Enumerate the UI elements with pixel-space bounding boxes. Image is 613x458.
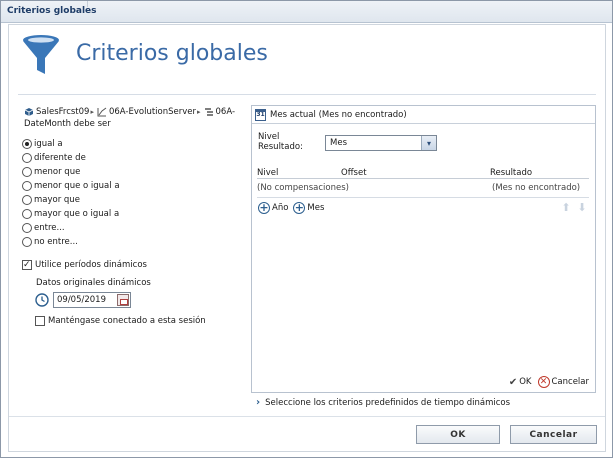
panel-footer: ✔ OK ✕ Cancelar: [509, 376, 589, 388]
use-dynamic-periods-label: Utilice períodos dinámicos: [35, 260, 147, 270]
radio-option[interactable]: diferente de: [22, 151, 120, 165]
chevron-right-icon: ▸: [90, 108, 94, 116]
radio-option[interactable]: no entre...: [22, 235, 120, 249]
radio-option[interactable]: menor que o igual a: [22, 179, 120, 193]
header-divider: [18, 94, 596, 95]
predefined-criteria-label[interactable]: Seleccione los criterios predefinidos de…: [265, 398, 510, 408]
column-header-offset: Offset: [341, 168, 367, 178]
radio-label: menor que o igual a: [34, 181, 120, 191]
radio-button[interactable]: [22, 209, 32, 219]
level-label-line2: Resultado:: [258, 142, 303, 152]
window-title: Criterios globales: [7, 6, 97, 16]
level-select[interactable]: Mes ▾: [325, 135, 437, 151]
chevron-down-icon[interactable]: ▾: [421, 136, 436, 150]
radio-option[interactable]: entre...: [22, 221, 120, 235]
title-bar-divider: [87, 1, 287, 7]
chevron-right-icon: ▸: [197, 108, 201, 116]
radio-button[interactable]: [22, 223, 32, 233]
cell-resultado: (Mes no encontrado): [492, 183, 581, 193]
radio-option[interactable]: mayor que o igual a: [22, 207, 120, 221]
hierarchy-icon: [204, 108, 213, 116]
title-bar[interactable]: Criterios globales: [1, 1, 612, 23]
column-header-nivel: Nivel: [257, 168, 279, 178]
checkmark-icon[interactable]: ✔: [509, 377, 517, 388]
column-header-resultado: Resultado: [490, 168, 533, 178]
breadcrumb: SalesFrcst09▸ 06A-EvolutionServer▸ 06A-: [24, 107, 244, 119]
radio-button[interactable]: [22, 139, 32, 149]
use-dynamic-periods-checkbox[interactable]: [22, 260, 32, 270]
arrow-down-icon[interactable]: ⬇: [576, 202, 588, 214]
funnel-icon: [23, 35, 59, 74]
table-row[interactable]: (No compensaciones) (Mes no encontrado): [257, 183, 589, 195]
radio-label: no entre...: [34, 237, 78, 247]
operator-radio-group: igual a diferente de menor que menor que…: [22, 137, 120, 249]
stay-connected-option[interactable]: Manténgase conectado a esta sesión: [35, 316, 206, 326]
chevron-right-icon: ›: [256, 397, 261, 408]
radio-option[interactable]: mayor que: [22, 193, 120, 207]
dynamic-original-label: Datos originales dinámicos: [36, 278, 151, 288]
radio-label: mayor que: [34, 195, 80, 205]
footer-divider: [9, 416, 605, 417]
radio-button[interactable]: [22, 181, 32, 191]
date-value: 09/05/2019: [57, 295, 106, 305]
radio-option[interactable]: igual a: [22, 137, 120, 151]
add-month-button[interactable]: Mes: [307, 203, 324, 213]
level-select-value: Mes: [330, 138, 347, 148]
radio-label: menor que: [34, 167, 81, 177]
add-month-plus-icon[interactable]: +: [293, 202, 306, 214]
radio-button[interactable]: [22, 237, 32, 247]
breadcrumb-item-cube: SalesFrcst09: [36, 107, 90, 117]
radio-label: entre...: [34, 223, 65, 233]
ok-button[interactable]: OK: [416, 425, 500, 444]
add-year-button[interactable]: Año: [272, 203, 288, 213]
panel-header-label: Mes actual (Mes no encontrado): [270, 109, 407, 120]
cancel-button[interactable]: Cancelar: [510, 425, 597, 444]
calendar-31-icon: 31: [255, 108, 266, 121]
panel-header: 31 Mes actual (Mes no encontrado): [252, 106, 595, 124]
radio-button[interactable]: [22, 195, 32, 205]
panel-ok-button[interactable]: OK: [519, 377, 531, 387]
predefined-criteria-link[interactable]: › Seleccione los criterios predefinidos …: [256, 397, 510, 408]
table-header: Nivel Offset Resultado: [257, 168, 589, 179]
cube-icon: [24, 108, 34, 116]
radio-option[interactable]: menor que: [22, 165, 120, 179]
clock-icon: [35, 293, 49, 307]
radio-button[interactable]: [22, 167, 32, 177]
chart-line-icon: [97, 107, 107, 117]
add-offset-row: + Año + Mes: [258, 202, 324, 214]
stay-connected-label: Manténgase conectado a esta sesión: [48, 316, 206, 326]
date-input[interactable]: 09/05/2019: [53, 292, 131, 308]
breadcrumb-item-dimension: 06A-: [215, 107, 236, 117]
radio-button[interactable]: [22, 153, 32, 163]
use-dynamic-periods-option[interactable]: Utilice períodos dinámicos: [22, 260, 147, 270]
level-label-line1: Nivel: [258, 132, 280, 142]
panel-cancel-button[interactable]: Cancelar: [552, 377, 590, 387]
radio-label: igual a: [34, 139, 63, 149]
reorder-controls: ⬆ ⬇: [556, 202, 588, 214]
level-label: Nivel Resultado:: [258, 132, 318, 152]
radio-label: mayor que o igual a: [34, 209, 120, 219]
date-row: 09/05/2019: [35, 292, 131, 308]
dialog-window: Criterios globales Criterios globales Sa…: [0, 0, 613, 458]
table-divider: [257, 197, 589, 198]
dynamic-criteria-panel: 31 Mes actual (Mes no encontrado) Nivel …: [251, 105, 596, 393]
page-title: Criterios globales: [76, 41, 268, 66]
radio-label: diferente de: [34, 153, 86, 163]
stay-connected-checkbox[interactable]: [35, 316, 45, 326]
calendar-icon[interactable]: [117, 294, 129, 306]
add-year-plus-icon[interactable]: +: [258, 202, 270, 214]
breadcrumb-item-server: 06A-EvolutionServer: [108, 107, 196, 117]
cell-nivel: (No compensaciones): [257, 183, 349, 193]
cancel-x-icon[interactable]: ✕: [537, 376, 550, 388]
arrow-up-icon[interactable]: ⬆: [560, 202, 572, 214]
criteria-caption: DateMonth debe ser: [24, 119, 111, 129]
